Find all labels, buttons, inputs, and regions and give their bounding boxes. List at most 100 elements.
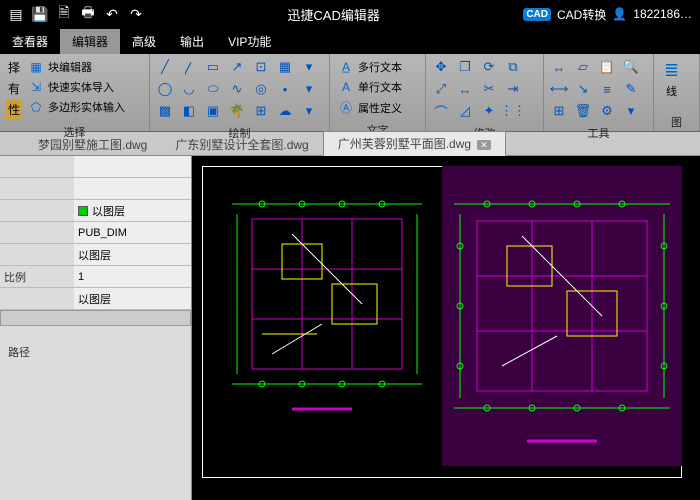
- tab-output[interactable]: 输出: [168, 29, 216, 54]
- block-editor-button[interactable]: ▦块编辑器: [26, 58, 127, 76]
- prop-row[interactable]: 以图层: [0, 288, 191, 310]
- point-icon[interactable]: •: [276, 80, 294, 98]
- image-icon[interactable]: 🌴: [228, 102, 246, 120]
- doc-tab-2[interactable]: 广州芙蓉别墅平面图.dwg✕: [323, 131, 506, 156]
- group-tool-label: 工具: [544, 124, 653, 142]
- extend-icon[interactable]: ⇥: [504, 80, 522, 98]
- user-icon[interactable]: 👤: [612, 7, 627, 21]
- doc-tab-0[interactable]: 梦园别墅施工图.dwg: [24, 133, 161, 156]
- area-icon[interactable]: ▱: [574, 58, 592, 76]
- group-layer: ≣ 线 图: [654, 54, 700, 131]
- prop-row[interactable]: 比例1: [0, 266, 191, 288]
- tab-viewer[interactable]: 查看器: [0, 29, 60, 54]
- cloud-icon[interactable]: ☁: [276, 102, 294, 120]
- drop2-icon[interactable]: ▾: [300, 80, 318, 98]
- move-icon[interactable]: ✥: [432, 58, 450, 76]
- paste-icon[interactable]: 📋: [598, 58, 616, 76]
- work-area: 以图层 PUB_DIM 以图层 比例1 以图层 路径: [0, 156, 700, 500]
- cad-convert-button[interactable]: CAD转换: [557, 6, 606, 23]
- purge-icon[interactable]: 🗑: [574, 102, 592, 120]
- copy-icon[interactable]: ❐: [456, 58, 474, 76]
- import-icon: ⇲: [28, 80, 44, 94]
- new-icon[interactable]: ▤: [8, 6, 24, 22]
- app-title: 迅捷CAD编辑器: [152, 5, 515, 24]
- trim-icon[interactable]: ✂: [480, 80, 498, 98]
- prop-row[interactable]: [0, 178, 191, 200]
- layer-button[interactable]: ≣ 线: [660, 58, 683, 101]
- doc-tab-1[interactable]: 广东别墅设计全套图.dwg: [161, 133, 322, 156]
- prop-row[interactable]: 以图层: [0, 200, 191, 222]
- donut-icon[interactable]: ◎: [252, 80, 270, 98]
- cad-badge-icon: CAD: [523, 8, 551, 21]
- group-layer-label: 图: [654, 113, 699, 131]
- xline-icon[interactable]: ⊡: [252, 58, 270, 76]
- match-icon[interactable]: ✎: [622, 80, 640, 98]
- polygon-input-button[interactable]: ⬠多边形实体输入: [26, 98, 127, 116]
- floor-plan-right: [442, 166, 682, 466]
- select-btn-1[interactable]: 择: [6, 58, 22, 77]
- fillet-icon[interactable]: ⌒: [432, 102, 450, 120]
- prop-row[interactable]: 以图层: [0, 244, 191, 266]
- ray-icon[interactable]: ↗: [228, 58, 246, 76]
- quick-access-toolbar: ▤ 💾 🗎 🖶 ↶ ↷: [0, 6, 152, 22]
- prop-row[interactable]: PUB_DIM: [0, 222, 191, 244]
- calc-icon[interactable]: ⊞: [550, 102, 568, 120]
- array-icon[interactable]: ⋮⋮: [504, 102, 522, 120]
- attdef-button[interactable]: Ⓐ属性定义: [336, 98, 404, 117]
- drop3-icon[interactable]: ▾: [300, 102, 318, 120]
- ellipse-icon[interactable]: ⬭: [204, 80, 222, 98]
- close-icon[interactable]: ✕: [477, 140, 491, 150]
- leader-icon[interactable]: ↘: [574, 80, 592, 98]
- panel-scrollbar[interactable]: [0, 310, 191, 326]
- attdef-icon: Ⓐ: [338, 99, 354, 116]
- dist-icon[interactable]: ↔: [550, 58, 568, 76]
- select-btn-2[interactable]: 有: [6, 79, 22, 98]
- region-icon[interactable]: ▦: [276, 58, 294, 76]
- dim-icon[interactable]: ⟷: [550, 80, 568, 98]
- hatch-icon[interactable]: ▩: [156, 102, 174, 120]
- redo-icon[interactable]: ↷: [128, 6, 144, 22]
- units-icon[interactable]: ⚙: [598, 102, 616, 120]
- find-icon[interactable]: 🔍: [622, 58, 640, 76]
- print-icon[interactable]: 🖶: [80, 6, 96, 22]
- user-label[interactable]: 1822186…: [633, 7, 692, 21]
- layers-icon: ≣: [664, 60, 679, 81]
- table-icon[interactable]: ⊞: [252, 102, 270, 120]
- tab-editor[interactable]: 编辑器: [60, 29, 120, 54]
- path-label: 路径: [0, 326, 191, 378]
- chamfer-icon[interactable]: ◿: [456, 102, 474, 120]
- text-button[interactable]: A单行文本: [336, 78, 404, 96]
- undo-icon[interactable]: ↶: [104, 6, 120, 22]
- mirror-icon[interactable]: ⧉: [504, 58, 522, 76]
- rotate-icon[interactable]: ⟳: [480, 58, 498, 76]
- boundary-icon[interactable]: ▣: [204, 102, 222, 120]
- stretch-icon[interactable]: ↔: [456, 80, 474, 98]
- save-icon[interactable]: 💾: [32, 6, 48, 22]
- titlebar: ▤ 💾 🗎 🖶 ↶ ↷ 迅捷CAD编辑器 CAD CAD转换 👤 1822186…: [0, 0, 700, 28]
- select-btn-3[interactable]: 性: [6, 100, 22, 119]
- arc-icon[interactable]: ◡: [180, 80, 198, 98]
- line-icon[interactable]: ╱: [156, 58, 174, 76]
- align-icon[interactable]: ≡: [598, 80, 616, 98]
- quick-import-button[interactable]: ⇲快速实体导入: [26, 78, 127, 96]
- pdf-icon[interactable]: 🗎: [56, 6, 72, 22]
- color-swatch-icon: [78, 206, 88, 216]
- more-tool-icon[interactable]: ▾: [622, 102, 640, 120]
- floor-plan-left: [222, 174, 432, 424]
- drop1-icon[interactable]: ▾: [300, 58, 318, 76]
- scale-icon[interactable]: ⤢: [432, 80, 450, 98]
- polyline-icon[interactable]: 〳: [180, 58, 198, 76]
- ribbon: 择 有 性 ▦块编辑器 ⇲快速实体导入 ⬠多边形实体输入 选择 ╱ 〳 ▭ ↗ …: [0, 54, 700, 132]
- tab-advanced[interactable]: 高级: [120, 29, 168, 54]
- gradient-icon[interactable]: ◧: [180, 102, 198, 120]
- tab-vip[interactable]: VIP功能: [216, 29, 283, 54]
- circle-icon[interactable]: ◯: [156, 80, 174, 98]
- mtext-button[interactable]: A̲多行文本: [336, 58, 404, 76]
- spline-icon[interactable]: ∿: [228, 80, 246, 98]
- explode-icon[interactable]: ✦: [480, 102, 498, 120]
- rect-icon[interactable]: ▭: [204, 58, 222, 76]
- drawing-canvas[interactable]: [192, 156, 700, 500]
- polygon-icon: ⬠: [28, 100, 44, 114]
- mtext-icon: A̲: [338, 60, 354, 74]
- prop-row[interactable]: [0, 156, 191, 178]
